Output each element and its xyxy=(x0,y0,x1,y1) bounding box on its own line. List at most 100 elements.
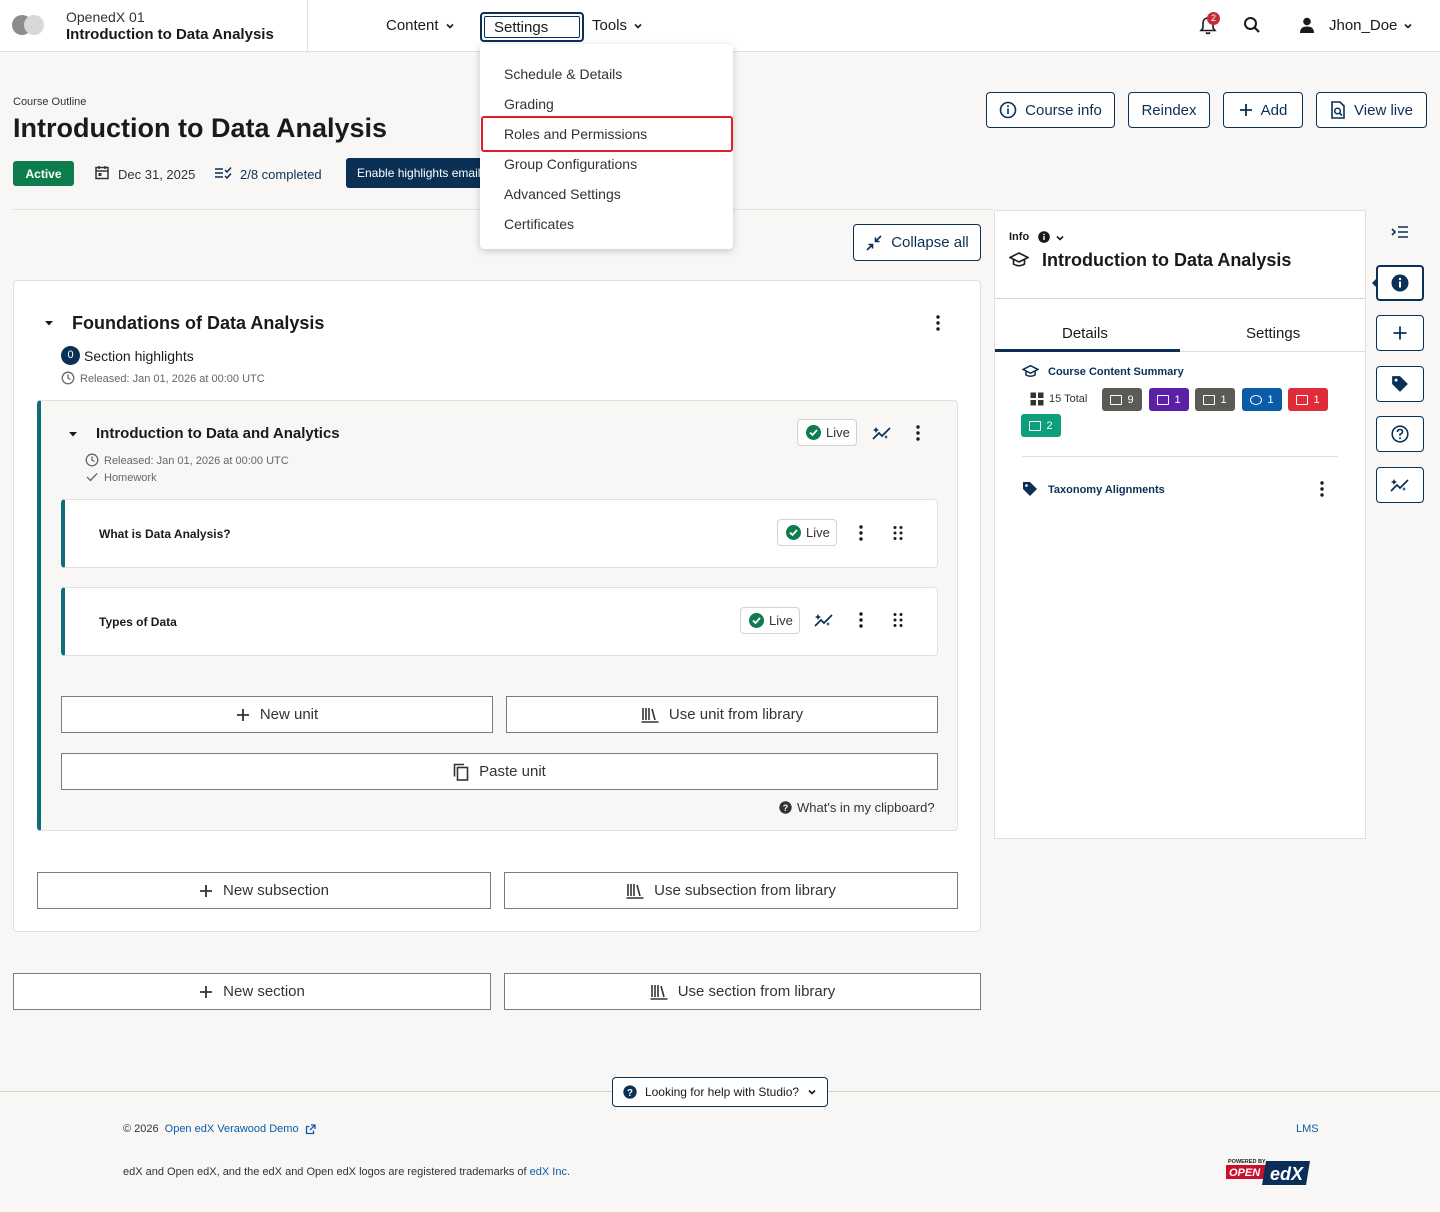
user-avatar-icon[interactable] xyxy=(1298,16,1316,34)
text-block-icon xyxy=(1110,394,1123,405)
sidebar-course-title: Introduction to Data Analysis xyxy=(1042,250,1292,270)
plus-icon xyxy=(236,708,249,721)
chip-count: 9 xyxy=(1127,393,1134,406)
chevron-down-icon xyxy=(808,1089,816,1095)
drag-handle-icon[interactable] xyxy=(892,612,904,628)
reindex-button[interactable]: Reindex xyxy=(1128,92,1210,128)
paste-copy-icon xyxy=(453,763,469,781)
collapse-sidebar-icon[interactable] xyxy=(1391,224,1409,240)
nav-tools[interactable]: Tools xyxy=(592,17,643,34)
new-unit-button[interactable]: New unit xyxy=(61,696,493,733)
menu-item-roles-permissions[interactable]: Roles and Permissions xyxy=(504,126,647,142)
problem-block-count-chip: 1 xyxy=(1242,388,1282,411)
taxonomy-more-options-icon[interactable] xyxy=(1316,480,1328,498)
unit-title[interactable]: What is Data Analysis? xyxy=(99,527,231,541)
add-button[interactable]: Add xyxy=(1223,92,1303,128)
chevron-down-icon[interactable] xyxy=(1055,233,1065,243)
chip-count: 1 xyxy=(1220,393,1227,406)
check-circle-icon xyxy=(806,425,821,440)
clock-icon xyxy=(85,453,99,467)
unit-title[interactable]: Types of Data xyxy=(99,615,177,629)
rail-add-button[interactable] xyxy=(1376,315,1424,351)
nav-content[interactable]: Content xyxy=(386,17,455,34)
section-more-options-icon[interactable] xyxy=(932,314,944,332)
edx-inc-link[interactable]: edX Inc. xyxy=(530,1166,570,1178)
drag-handle-icon[interactable] xyxy=(892,525,904,541)
blocks-grid-icon xyxy=(1030,392,1044,406)
unit-more-options-icon[interactable] xyxy=(855,611,867,629)
rail-help-button[interactable] xyxy=(1376,416,1424,452)
taxonomy-alignments-title: Taxonomy Alignments xyxy=(1048,484,1165,496)
paste-unit-button[interactable]: Paste unit xyxy=(61,753,938,790)
use-subsection-from-library-button[interactable]: Use subsection from library xyxy=(504,872,958,909)
footer-copyright: © 2026 Open edX Verawood Demo xyxy=(123,1123,316,1135)
subsection-title[interactable]: Introduction to Data and Analytics xyxy=(96,425,340,442)
subsection-caret-down-icon[interactable] xyxy=(68,430,78,438)
unit-card[interactable] xyxy=(61,587,938,656)
status-badge: Active xyxy=(13,161,74,186)
copyright-text: © 2026 xyxy=(123,1123,159,1135)
sidebar-info-label[interactable]: Info xyxy=(1009,231,1029,243)
chip-count: 1 xyxy=(1313,393,1320,406)
menu-item-group-configurations[interactable]: Group Configurations xyxy=(504,156,637,172)
nav-content-label: Content xyxy=(386,17,439,34)
menu-item-schedule-details[interactable]: Schedule & Details xyxy=(504,66,622,82)
section-title[interactable]: Foundations of Data Analysis xyxy=(72,313,324,334)
logo-open: OPEN xyxy=(1229,1167,1261,1179)
search-icon[interactable] xyxy=(1243,16,1261,34)
course-info-button[interactable]: Course info xyxy=(986,92,1115,128)
graduation-cap-icon xyxy=(1009,251,1029,269)
view-live-icon xyxy=(1331,101,1345,119)
checklist-progress[interactable]: 2/8 completed xyxy=(240,167,322,182)
checklist-icon xyxy=(214,166,234,180)
site-logo-icon[interactable] xyxy=(12,15,44,35)
library-icon xyxy=(626,883,644,899)
unit-more-options-icon[interactable] xyxy=(855,524,867,542)
section-caret-down-icon[interactable] xyxy=(44,319,54,327)
enable-highlights-emails-button[interactable]: Enable highlights emails xyxy=(346,158,486,188)
drag-drop-icon xyxy=(1296,394,1309,405)
use-section-library-label: Use section from library xyxy=(677,983,836,1000)
user-menu[interactable]: Jhon_Doe xyxy=(1329,17,1413,34)
logo-edx: edX xyxy=(1270,1164,1304,1184)
library-icon xyxy=(641,707,659,723)
plus-icon xyxy=(200,884,213,897)
tab-settings[interactable]: Settings xyxy=(1246,325,1300,342)
info-icon xyxy=(1391,274,1409,292)
nav-settings[interactable]: Settings xyxy=(480,12,584,42)
lms-link[interactable]: LMS xyxy=(1296,1123,1319,1135)
menu-item-certificates[interactable]: Certificates xyxy=(504,216,574,232)
subsection-grading-type: Homework xyxy=(104,472,157,484)
clipboard-help-link[interactable]: What's in my clipboard? xyxy=(797,800,935,815)
section-highlights-link[interactable]: Section highlights xyxy=(84,348,194,364)
new-subsection-label: New subsection xyxy=(223,882,329,899)
new-section-button[interactable]: New section xyxy=(13,973,491,1010)
studio-help-button[interactable]: ? Looking for help with Studio? xyxy=(612,1077,828,1107)
rail-tags-button[interactable] xyxy=(1376,366,1424,402)
rail-info-button[interactable] xyxy=(1376,265,1424,301)
new-section-label: New section xyxy=(223,983,305,1000)
header-divider xyxy=(307,0,308,52)
sparkle-ai-icon[interactable] xyxy=(814,611,834,629)
clock-icon xyxy=(61,371,75,385)
sparkle-ai-icon[interactable] xyxy=(872,424,892,442)
menu-item-grading[interactable]: Grading xyxy=(504,96,554,112)
check-circle-icon xyxy=(749,613,764,628)
collapse-all-button[interactable]: Collapse all xyxy=(853,224,981,261)
tag-icon xyxy=(1392,376,1408,392)
demo-site-link[interactable]: Open edX Verawood Demo xyxy=(165,1123,299,1135)
use-section-from-library-button[interactable]: Use section from library xyxy=(504,973,981,1010)
tab-details[interactable]: Details xyxy=(1062,325,1108,342)
menu-item-advanced-settings[interactable]: Advanced Settings xyxy=(504,186,621,202)
calendar-icon xyxy=(95,165,109,180)
view-live-button[interactable]: View live xyxy=(1316,92,1427,128)
new-subsection-button[interactable]: New subsection xyxy=(37,872,491,909)
help-question-icon: ? xyxy=(779,801,792,814)
powered-by-openedx-logo[interactable]: POWERED BY OPEN edX xyxy=(1226,1157,1312,1187)
subsection-more-options-icon[interactable] xyxy=(912,424,924,442)
rail-ai-button[interactable] xyxy=(1376,467,1424,503)
unit-live-badge: Live xyxy=(777,519,837,546)
use-unit-from-library-button[interactable]: Use unit from library xyxy=(506,696,938,733)
course-content-summary-title: Course Content Summary xyxy=(1048,366,1184,378)
graduation-cap-icon xyxy=(1022,364,1039,379)
